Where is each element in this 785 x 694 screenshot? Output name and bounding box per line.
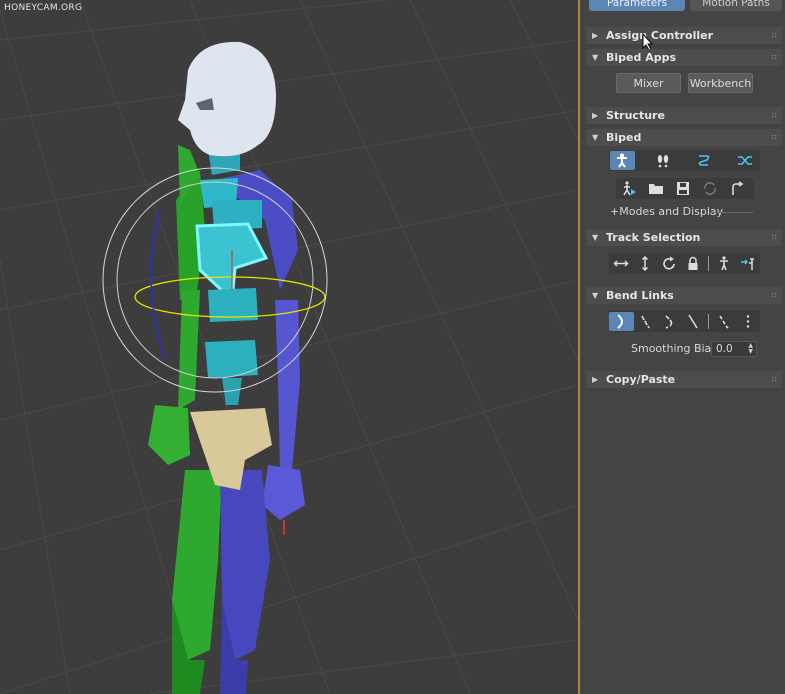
rollout-track-selection[interactable]: ▼ Track Selection [586,229,782,246]
grip-icon[interactable] [771,112,777,118]
toolbar-separator [708,256,709,271]
load-file-button[interactable] [644,179,669,198]
rollout-title: Copy/Paste [606,373,676,386]
smoothing-bias-label: Smoothing Bias: [631,342,721,355]
watermark: HONEYCAM.ORG [4,3,83,13]
viewport[interactable]: HONEYCAM.ORG [0,0,578,694]
twist-individual-mode-button[interactable] [657,312,682,331]
zero-twist-icon [719,315,729,329]
biped-file-toolbar [616,178,754,199]
bend-links-icon [617,314,623,329]
symmetrical-icon [720,256,728,271]
rollout-title: Biped Apps [606,51,677,64]
figure-mode-button[interactable] [610,151,635,170]
rollout-structure[interactable]: ▶ Structure [586,107,782,124]
body-vertical-button[interactable] [633,254,658,273]
twist-links-mode-button[interactable] [633,312,658,331]
lock-com-button[interactable] [681,254,706,273]
track-selection-toolbar [609,253,760,274]
expanded-arrow-icon: ▼ [592,53,599,62]
mixer-mode-button[interactable] [733,151,758,170]
rollout-assign-controller[interactable]: ▶ Assign Controller [586,27,782,44]
viewport-scene [0,0,578,694]
grip-icon[interactable] [771,292,777,298]
body-rotation-button[interactable] [657,254,682,273]
save-file-icon [677,182,689,195]
smoothing-bias-value: 0.0 [716,343,733,355]
rollout-title: Structure [606,109,665,122]
bend-links-toolbar [609,311,760,332]
smooth-twist-mode-button[interactable] [681,312,706,331]
body-horizontal-icon [613,260,629,267]
play-biped-icon [623,181,636,196]
panel-tabs: Parameters Motion Paths [580,0,785,16]
body-rotation-icon [663,256,675,270]
expanded-arrow-icon: ▼ [592,133,599,142]
grip-icon[interactable] [771,234,777,240]
footstep-mode-icon [657,155,669,168]
motion-flow-icon [698,155,710,166]
twist-individual-icon [665,315,673,329]
lock-com-icon [688,256,698,270]
twist-links-icon [641,315,650,329]
symmetrical-button[interactable] [712,254,737,273]
save-file-button[interactable] [671,179,696,198]
rollout-biped[interactable]: ▼ Biped [586,129,782,146]
grip-icon[interactable] [771,134,777,140]
grip-icon[interactable] [771,376,777,382]
toolbar-separator [708,314,709,329]
modes-display-toggle[interactable]: +Modes and Display [610,205,723,218]
rollout-biped-apps[interactable]: ▼ Biped Apps [586,49,782,66]
body-vertical-icon [641,256,649,271]
rollout-title: Biped [606,131,642,144]
body-horizontal-button[interactable] [609,254,634,273]
collapsed-arrow-icon: ▶ [592,111,599,120]
command-panel: Parameters Motion Paths ▶ Assign Control… [580,0,785,694]
opposite-button[interactable] [736,254,761,273]
rollout-copy-paste[interactable]: ▶ Copy/Paste [586,371,782,388]
spinner-arrows-icon[interactable]: ▲ ▼ [748,343,753,355]
tab-parameters[interactable]: Parameters [589,0,685,11]
biped-head[interactable] [178,41,276,157]
rollout-title: Bend Links [606,289,674,302]
workbench-button[interactable]: Workbench [688,73,753,93]
convert-icon [704,182,716,195]
convert-button[interactable] [698,179,723,198]
opposite-icon [741,258,754,270]
grip-icon[interactable] [771,32,777,38]
smooth-twist-icon [688,314,698,329]
motion-flow-button[interactable] [692,151,717,170]
bone-axis-icon [746,315,750,328]
tab-motion-paths[interactable]: Motion Paths [690,0,782,11]
mixer-mode-icon [738,156,752,165]
move-all-button[interactable] [725,179,750,198]
mixer-button[interactable]: Mixer [616,73,681,93]
play-biped-button[interactable] [617,179,642,198]
footstep-mode-button[interactable] [651,151,676,170]
move-all-icon [732,181,744,195]
collapsed-arrow-icon: ▶ [592,31,599,40]
bone-axis-button[interactable] [736,312,761,331]
grip-icon[interactable] [771,54,777,60]
biped-mode-toolbar [609,150,760,171]
zero-twist-button[interactable] [712,312,737,331]
figure-mode-icon [617,153,627,168]
smoothing-bias-spinner[interactable]: 0.0 ▲ ▼ [711,341,757,357]
rollout-title: Track Selection [606,231,701,244]
separator-line [709,212,753,213]
expanded-arrow-icon: ▼ [592,291,599,300]
collapsed-arrow-icon: ▶ [592,375,599,384]
expanded-arrow-icon: ▼ [592,233,599,242]
rollout-title: Assign Controller [606,29,714,42]
bend-links-mode-button[interactable] [609,312,634,331]
load-file-icon [649,184,663,194]
rollout-bend-links[interactable]: ▼ Bend Links [586,287,782,304]
